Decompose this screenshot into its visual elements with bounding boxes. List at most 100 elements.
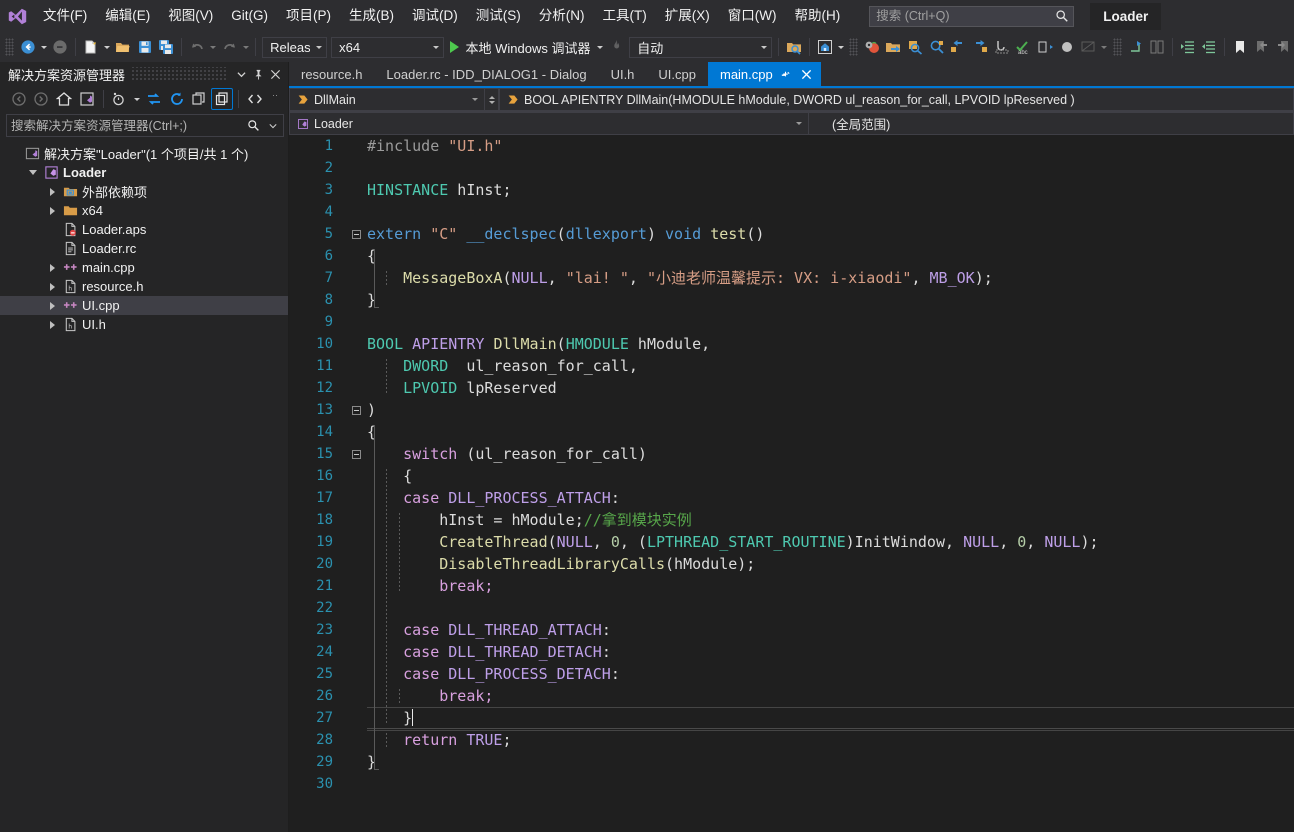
home-icon[interactable] — [53, 88, 75, 110]
tree-item[interactable]: x64 — [0, 201, 288, 220]
tree-item[interactable]: h UI.h — [0, 315, 288, 334]
editor-tab[interactable]: Loader.rc - IDD_DIALOG1 - Dialog — [374, 62, 598, 86]
circle-icon[interactable] — [1056, 36, 1078, 58]
chevron-right-icon[interactable] — [44, 277, 60, 296]
pending-changes-dropdown[interactable] — [131, 88, 142, 110]
code-line[interactable]: 1 #include "UI.h" — [289, 135, 1294, 157]
chevron-down-icon[interactable] — [233, 64, 250, 84]
code-line[interactable]: 20 DisableThreadLibraryCalls(hModule); — [289, 553, 1294, 575]
refresh-icon[interactable] — [143, 88, 165, 110]
pin-icon[interactable] — [777, 64, 794, 84]
code-line[interactable]: 5 extern "C" __declspec(dllexport) void t… — [289, 223, 1294, 245]
menu-analyze[interactable]: 分析(N) — [530, 0, 594, 32]
redo-dropdown[interactable] — [240, 36, 251, 58]
navigate-back-icon[interactable] — [17, 36, 39, 58]
spell-check-icon[interactable]: abc — [1012, 36, 1034, 58]
code-line[interactable]: 25 case DLL_PROCESS_DETACH: — [289, 663, 1294, 685]
tree-item[interactable]: h resource.h — [0, 277, 288, 296]
solution-search-input[interactable] — [7, 117, 243, 134]
project-scope-select[interactable]: Loader — [289, 112, 809, 135]
member-signature[interactable]: BOOL APIENTRY DllMain(HMODULE hModule, D… — [499, 88, 1294, 111]
code-line[interactable]: 9 — [289, 311, 1294, 333]
chevron-right-icon[interactable] — [44, 258, 60, 277]
tree-item[interactable]: 解决方案"Loader"(1 个项目/共 1 个) — [0, 144, 288, 163]
code-line[interactable]: 13) — [289, 399, 1294, 421]
close-icon[interactable] — [798, 64, 815, 84]
tree-item[interactable]: main.cpp — [0, 258, 288, 277]
pin-icon[interactable] — [250, 64, 267, 84]
menu-tools[interactable]: 工具(T) — [594, 0, 656, 32]
code-line[interactable]: 22 — [289, 597, 1294, 619]
code-line[interactable]: 12 LPVOID lpReserved — [289, 377, 1294, 399]
code-line[interactable]: 17 case DLL_PROCESS_ATTACH: — [289, 487, 1294, 509]
navigate-back-dropdown[interactable] — [38, 36, 49, 58]
forward-icon[interactable] — [31, 88, 53, 110]
debug-target-select[interactable]: 自动 — [629, 36, 773, 58]
toolbar-grip[interactable] — [849, 38, 858, 56]
collapse-box-icon[interactable] — [351, 229, 361, 239]
menu-project[interactable]: 项目(P) — [277, 0, 340, 32]
xaml-icon[interactable] — [1077, 36, 1099, 58]
step-left-icon[interactable] — [948, 36, 970, 58]
code-line[interactable]: 23 case DLL_THREAD_ATTACH: — [289, 619, 1294, 641]
editor-tab[interactable]: main.cpp — [707, 62, 821, 86]
new-file-dropdown[interactable] — [102, 36, 113, 58]
collapse-box-icon[interactable] — [351, 449, 361, 459]
member-scope-select[interactable]: DllMain — [289, 88, 485, 111]
code-line[interactable]: 19 CreateThread(NULL, 0, (LPTHREAD_START… — [289, 531, 1294, 553]
redo-icon[interactable] — [219, 36, 241, 58]
menu-test[interactable]: 测试(S) — [467, 0, 530, 32]
settings-tomato-icon[interactable] — [861, 36, 883, 58]
tree-item[interactable]: UI.cpp — [0, 296, 288, 315]
menu-extensions[interactable]: 扩展(X) — [656, 0, 719, 32]
tree-item[interactable]: Loader.rc — [0, 239, 288, 258]
code-line[interactable]: 3 HINSTANCE hInst; — [289, 179, 1294, 201]
show-all-files-icon[interactable] — [211, 88, 233, 110]
toolbar-grip[interactable] — [5, 38, 14, 56]
code-line[interactable]: 4 — [289, 201, 1294, 223]
step-right-icon[interactable] — [969, 36, 991, 58]
code-line[interactable]: 11 DWORD ul_reason_for_call, — [289, 355, 1294, 377]
tree-item[interactable]: Loader — [0, 163, 288, 182]
close-icon[interactable] — [267, 64, 284, 84]
member-scope-spinner[interactable] — [485, 88, 499, 111]
code-line[interactable]: 15 switch (ul_reason_for_call) — [289, 443, 1294, 465]
toolbar-overflow[interactable] — [1099, 36, 1110, 58]
undo-dropdown[interactable] — [208, 36, 219, 58]
chevron-right-icon[interactable] — [44, 296, 60, 315]
editor-tab[interactable]: UI.cpp — [646, 62, 708, 86]
hook-icon[interactable] — [991, 36, 1013, 58]
collapse-box-icon[interactable] — [351, 405, 361, 415]
prev-bookmark-icon[interactable] — [1251, 36, 1273, 58]
panel-drag-dots[interactable] — [131, 67, 227, 81]
navigate-to-icon[interactable] — [904, 36, 926, 58]
navigate-forward-icon[interactable] — [49, 36, 71, 58]
sync-icon[interactable] — [166, 88, 188, 110]
back-icon[interactable] — [8, 88, 30, 110]
solution-search-box[interactable] — [6, 114, 284, 137]
next-bookmark-icon[interactable] — [1273, 36, 1294, 58]
build-configuration-select[interactable]: Release — [262, 36, 328, 58]
code-line[interactable]: 18 hInst = hModule;//拿到模块实例 — [289, 509, 1294, 531]
extract-icon[interactable] — [1034, 36, 1056, 58]
menu-git[interactable]: Git(G) — [222, 0, 277, 32]
code-line[interactable]: 29} — [289, 751, 1294, 773]
solution-view-icon[interactable] — [76, 88, 98, 110]
code-outline-gutter[interactable] — [345, 449, 367, 459]
code-outline-gutter[interactable] — [345, 229, 367, 239]
find-in-files-icon[interactable] — [783, 36, 805, 58]
chevron-right-icon[interactable] — [44, 201, 60, 220]
save-icon[interactable] — [134, 36, 156, 58]
build-platform-select[interactable]: x64 — [331, 36, 445, 58]
code-line[interactable]: 6{ — [289, 245, 1294, 267]
menu-debug[interactable]: 调试(D) — [403, 0, 467, 32]
zoom-search-icon[interactable] — [926, 36, 948, 58]
toolbar-overflow[interactable] — [835, 36, 846, 58]
project-chip[interactable]: Loader — [1090, 2, 1162, 30]
undo-icon[interactable] — [186, 36, 208, 58]
code-line[interactable]: 2 — [289, 157, 1294, 179]
code-editor[interactable]: 1 #include "UI.h" 2 3 HINSTANCE hInst; 4 5 exte… — [289, 135, 1294, 832]
pending-changes-icon[interactable] — [109, 88, 131, 110]
code-line[interactable]: 7 MessageBoxA(NULL, "lai! ", "小迪老师温馨提示: … — [289, 267, 1294, 289]
search-input[interactable] — [869, 5, 1075, 27]
